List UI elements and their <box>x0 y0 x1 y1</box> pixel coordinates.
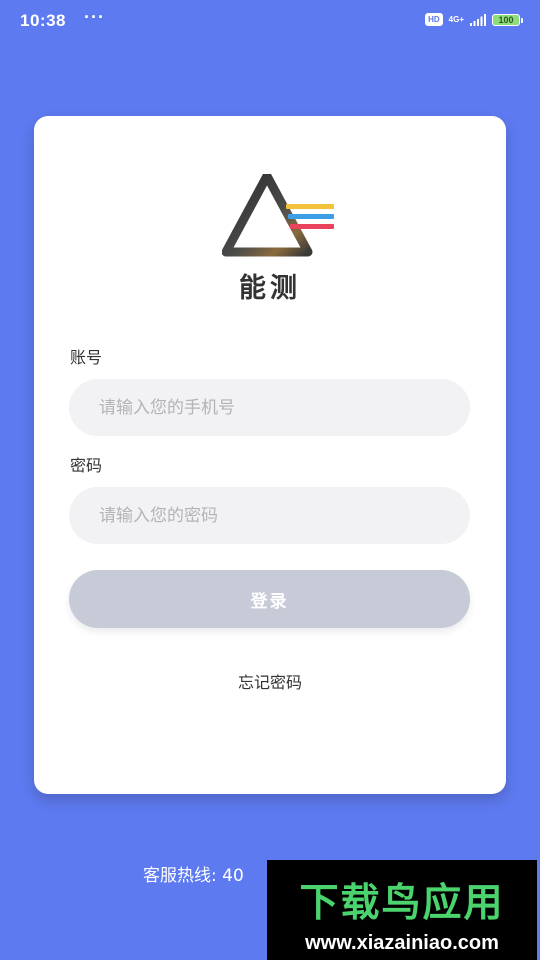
forgot-password-link[interactable]: 忘记密码 <box>34 669 506 693</box>
watermark-title: 下载鸟应用 <box>299 881 505 926</box>
watermark-banner: 下载鸟应用 www.xiazainiao.com <box>267 860 537 960</box>
password-input[interactable] <box>69 487 470 544</box>
customer-service-hotline: 客服热线: 40 <box>143 866 244 886</box>
network-type: 4G+ <box>448 14 464 24</box>
watermark-url: www.xiazainiao.com <box>305 932 499 954</box>
status-bar: 10:38 ··· HD 4G+ 100 <box>0 0 540 44</box>
battery-icon: 100 <box>492 13 523 26</box>
signal-icon <box>470 13 486 26</box>
app-name: 能测 <box>239 273 301 304</box>
triangle-prism-logo-icon <box>222 174 334 257</box>
phone-input[interactable] <box>69 379 470 436</box>
status-time: 10:38 <box>20 11 66 30</box>
account-label: 账号 <box>70 348 103 367</box>
status-icons: HD 4G+ 100 <box>425 13 523 26</box>
login-card: 能测 账号 密码 登录 忘记密码 <box>34 116 506 794</box>
more-dots-icon: ··· <box>84 7 105 27</box>
login-button[interactable]: 登录 <box>69 570 470 628</box>
hd-icon: HD <box>425 13 443 26</box>
password-label: 密码 <box>70 456 103 475</box>
